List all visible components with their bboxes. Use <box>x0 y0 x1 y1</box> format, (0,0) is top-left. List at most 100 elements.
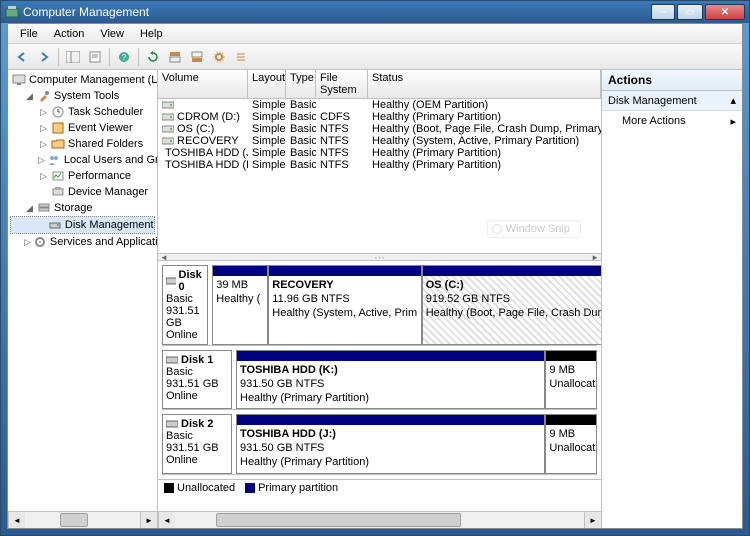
drive-icon <box>162 112 174 122</box>
table-row[interactable]: Simple Basic Healthy (OEM Partition) <box>158 99 601 111</box>
disk-pane[interactable]: Disk 0 Basic931.51 GBOnline 39 MB Health… <box>158 261 601 511</box>
actions-pane: Actions Disk Management▴ More Actions▸ <box>602 70 742 528</box>
computer-icon <box>12 73 26 87</box>
tree-local-users[interactable]: ▷Local Users and Groups <box>10 152 155 168</box>
volume-table[interactable]: Volume Layout Type File System Status Si… <box>158 70 601 253</box>
tree-shared-folders[interactable]: ▷Shared Folders <box>10 136 155 152</box>
disk-icon <box>48 218 62 232</box>
table-row[interactable]: TOSHIBA HDD (K:) Simple Basic NTFS Healt… <box>158 159 601 171</box>
col-filesystem[interactable]: File System <box>316 70 368 98</box>
col-status[interactable]: Status <box>368 70 601 98</box>
chevron-right-icon: ▸ <box>730 115 736 128</box>
tree-system-tools[interactable]: ◢System Tools <box>10 88 155 104</box>
forward-button[interactable] <box>34 47 54 67</box>
legend: Unallocated Primary partition <box>158 479 601 497</box>
titlebar[interactable]: Computer Management ─ ▭ ✕ <box>1 1 749 23</box>
view-bottom-button[interactable] <box>187 47 207 67</box>
table-row[interactable]: CDROM (D:) Simple Basic CDFS Healthy (Pr… <box>158 111 601 123</box>
tree-pane[interactable]: Computer Management (Local ◢System Tools… <box>8 70 158 528</box>
storage-icon <box>37 201 51 215</box>
folder-share-icon <box>51 137 65 151</box>
expand-icon[interactable]: ▷ <box>38 107 49 118</box>
disk-row[interactable]: Disk 2 Basic931.51 GBOnline TOSHIBA HDD … <box>162 414 597 474</box>
collapse-icon: ▴ <box>730 94 736 107</box>
col-type[interactable]: Type <box>286 70 316 98</box>
users-icon <box>47 153 61 167</box>
partition[interactable]: TOSHIBA HDD (K:) 931.50 GB NTFS Healthy … <box>236 350 545 409</box>
actions-header: Actions <box>602 70 742 91</box>
disk-icon <box>166 276 176 286</box>
disk-row[interactable]: Disk 0 Basic931.51 GBOnline 39 MB Health… <box>162 265 597 346</box>
main-window: Computer Management ─ ▭ ✕ File Action Vi… <box>0 0 750 536</box>
clock-icon <box>51 105 65 119</box>
help-button[interactable]: ? <box>114 47 134 67</box>
collapse-icon[interactable]: ◢ <box>24 91 35 102</box>
view-top-button[interactable] <box>165 47 185 67</box>
center-scrollbar[interactable]: ◄► <box>158 511 601 528</box>
expand-icon[interactable]: ▷ <box>24 237 31 248</box>
more-actions[interactable]: More Actions▸ <box>602 111 742 132</box>
expand-icon[interactable]: ▷ <box>38 155 45 166</box>
tree-disk-management[interactable]: ▷Disk Management <box>10 216 155 234</box>
menu-file[interactable]: File <box>12 26 46 42</box>
show-hide-tree-button[interactable] <box>63 47 83 67</box>
refresh-button[interactable] <box>143 47 163 67</box>
expand-icon[interactable]: ▷ <box>38 123 49 134</box>
app-icon <box>5 5 19 19</box>
drive-icon <box>162 100 174 110</box>
maximize-button[interactable]: ▭ <box>677 4 703 20</box>
disk-info: Disk 0 Basic931.51 GBOnline <box>162 265 208 345</box>
tree-event-viewer[interactable]: ▷Event Viewer <box>10 120 155 136</box>
disk-info: Disk 1 Basic931.51 GBOnline <box>162 350 232 409</box>
drive-icon <box>162 136 174 146</box>
disk-icon <box>166 419 178 429</box>
partition[interactable]: 39 MB Healthy ( <box>212 265 268 345</box>
partition[interactable]: RECOVERY 11.96 GB NTFS Healthy (System, … <box>268 265 421 345</box>
snip-overlay: Window Snip <box>487 220 581 238</box>
tree-services[interactable]: ▷Services and Applications <box>10 234 155 250</box>
tree-task-scheduler[interactable]: ▷Task Scheduler <box>10 104 155 120</box>
table-row[interactable]: OS (C:) Simple Basic NTFS Healthy (Boot,… <box>158 123 601 135</box>
disk-row[interactable]: Disk 1 Basic931.51 GBOnline TOSHIBA HDD … <box>162 350 597 410</box>
tree-scrollbar[interactable]: ◄► <box>8 511 157 528</box>
expand-icon[interactable]: ▷ <box>38 171 49 182</box>
table-row[interactable]: RECOVERY Simple Basic NTFS Healthy (Syst… <box>158 135 601 147</box>
svg-text:?: ? <box>122 53 127 62</box>
partition[interactable]: TOSHIBA HDD (J:) 931.50 GB NTFS Healthy … <box>236 414 545 473</box>
properties-button[interactable] <box>85 47 105 67</box>
tree-storage[interactable]: ◢Storage <box>10 200 155 216</box>
tree-performance[interactable]: ▷Performance <box>10 168 155 184</box>
col-volume[interactable]: Volume <box>158 70 248 98</box>
menu-action[interactable]: Action <box>46 26 93 42</box>
col-layout[interactable]: Layout <box>248 70 286 98</box>
expand-icon[interactable]: ▷ <box>38 139 49 150</box>
partition[interactable]: OS (C:) 919.52 GB NTFS Healthy (Boot, Pa… <box>422 265 601 345</box>
tree-device-manager[interactable]: ▷Device Manager <box>10 184 155 200</box>
menu-view[interactable]: View <box>92 26 132 42</box>
drive-icon <box>162 124 174 134</box>
actions-section[interactable]: Disk Management▴ <box>602 91 742 111</box>
partition[interactable]: 9 MB Unallocat <box>545 414 597 473</box>
menu-help[interactable]: Help <box>132 26 171 42</box>
partition[interactable]: 9 MB Unallocat <box>545 350 597 409</box>
collapse-icon[interactable]: ◢ <box>24 203 35 214</box>
back-button[interactable] <box>12 47 32 67</box>
tools-icon <box>37 89 51 103</box>
menubar: File Action View Help <box>8 24 742 44</box>
device-icon <box>51 185 65 199</box>
disk-info: Disk 2 Basic931.51 GBOnline <box>162 414 232 473</box>
settings-button[interactable] <box>209 47 229 67</box>
list-button[interactable] <box>231 47 251 67</box>
window-title: Computer Management <box>23 5 651 19</box>
services-icon <box>33 235 47 249</box>
center-pane: Volume Layout Type File System Status Si… <box>158 70 602 528</box>
minimize-button[interactable]: ─ <box>651 4 675 20</box>
tree-root[interactable]: Computer Management (Local <box>10 72 155 88</box>
toolbar: ? <box>8 44 742 70</box>
performance-icon <box>51 169 65 183</box>
disk-icon <box>166 355 178 365</box>
event-icon <box>51 121 65 135</box>
splitter[interactable]: ◄⋯► <box>158 253 601 261</box>
close-button[interactable]: ✕ <box>705 4 745 20</box>
table-row[interactable]: TOSHIBA HDD (J:) Simple Basic NTFS Healt… <box>158 147 601 159</box>
